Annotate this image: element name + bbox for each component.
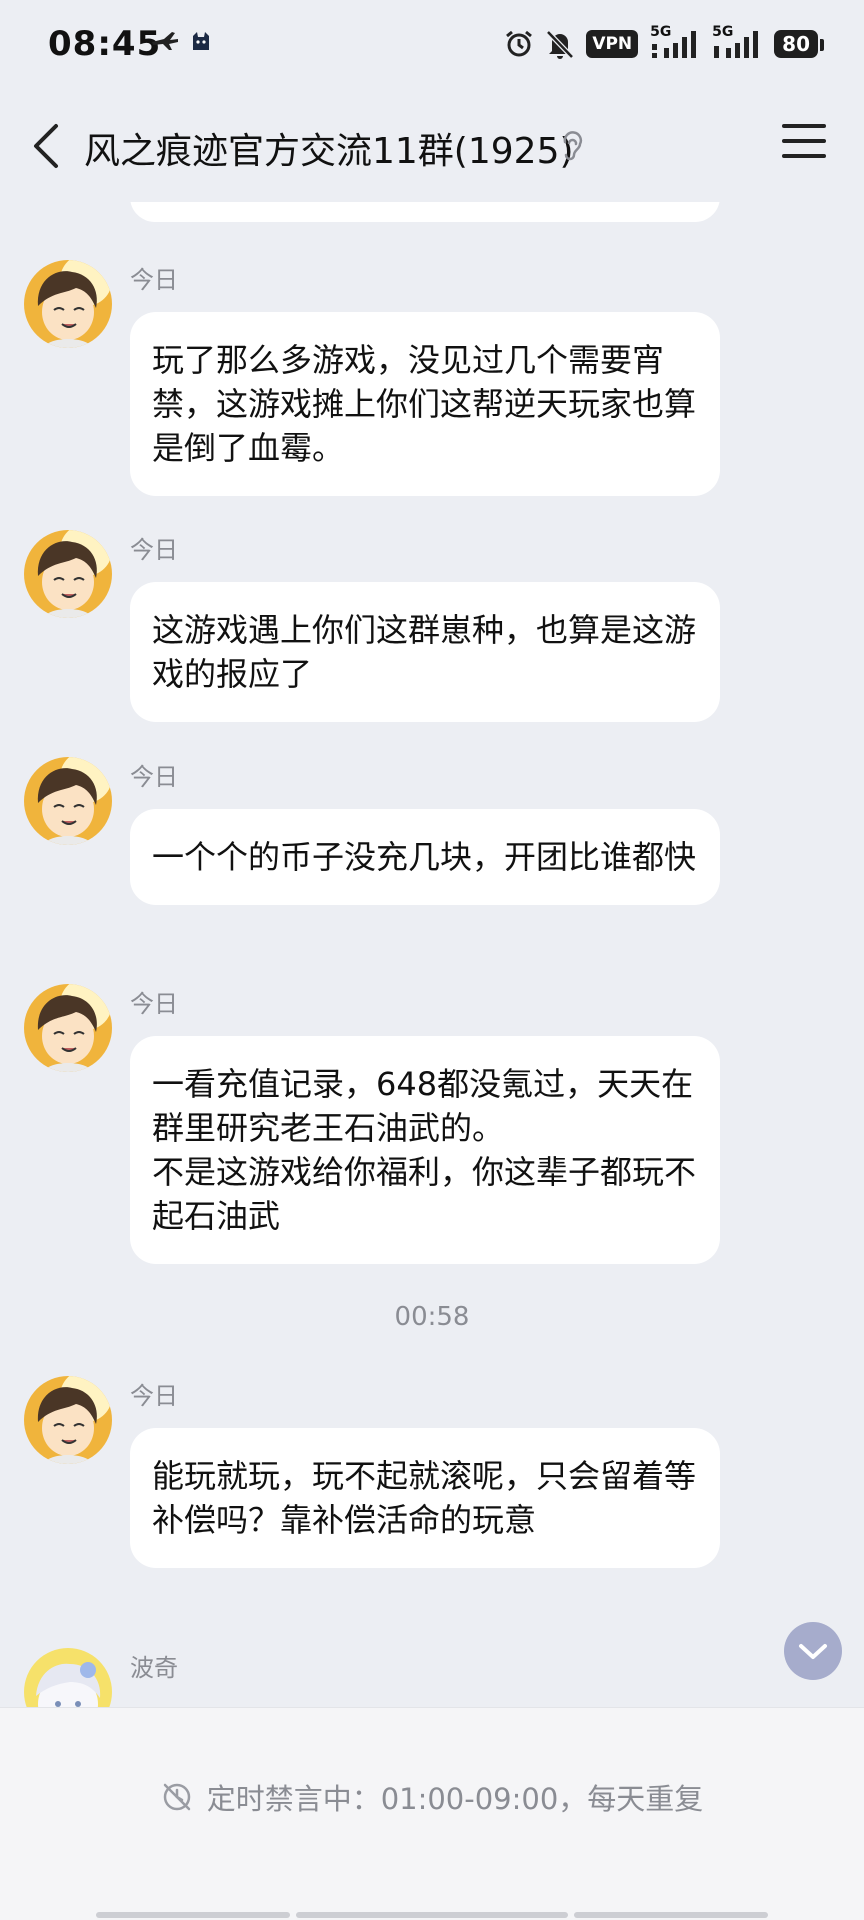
status-notification-icons [150,30,212,52]
user-avatar-icon [24,1648,112,1707]
message-list[interactable]: 今日 玩了那么多游戏，没见过几个需要宵禁，这游戏摊上你们这帮逆天玩家也算是倒了血… [0,202,864,1707]
mute-bell-icon [546,30,575,59]
chat-header: 风之痕迹官方交流11群(1925) [0,92,864,202]
back-button[interactable] [24,116,72,176]
hamburger-menu-button[interactable] [782,124,826,164]
chevron-down-icon [799,1644,827,1659]
user-avatar-icon [24,984,112,1072]
battery-indicator: 80 [774,30,824,58]
time-divider: 00:58 [394,1302,470,1332]
group-title: 风之痕迹官方交流11群(1925) [84,131,574,172]
avatar[interactable] [24,984,112,1072]
user-avatar-icon [24,530,112,618]
sender-name: 今日 [130,536,178,564]
hamburger-menu-icon [782,124,826,128]
avatar[interactable] [24,1648,112,1707]
chevron-left-icon [34,124,58,168]
message-bubble[interactable]: 玩了那么多游戏，没见过几个需要宵禁，这游戏摊上你们这帮逆天玩家也算是倒了血霉。 [130,312,720,496]
scroll-to-bottom-button[interactable] [784,1622,842,1680]
alarm-icon [506,30,533,57]
mute-clock-icon [163,1783,190,1811]
message-bubble[interactable]: 一看充值记录，648都没氪过，天天在群里研究老王石油武的。 不是这游戏给你福利，… [130,1036,720,1264]
plane-notification-icon [152,32,178,50]
signal-5g-1: 5G [650,24,700,60]
avatar[interactable] [24,757,112,845]
chat-screen: 08:45 VPN 5G 5G 80 风之痕迹官方交流11群(1925) 今日 … [0,0,864,1920]
signal-5g-2: 5G [712,24,762,60]
avatar[interactable] [24,1376,112,1464]
message-bubble[interactable]: 能玩就玩，玩不起就滚呢，只会留着等补偿吗？靠补偿活命的玩意 [130,1428,720,1568]
sender-name: 今日 [130,1382,178,1410]
nav-indicator [574,1912,768,1918]
input-area-muted: 定时禁言中：01:00-09:00，每天重复 [0,1707,864,1920]
ear-icon [563,131,583,161]
avatar[interactable] [24,530,112,618]
status-indicators: VPN 5G 5G 80 [504,24,824,60]
signal-bars-icon [652,31,697,58]
sender-name: 今日 [130,266,178,294]
status-bar: 08:45 VPN 5G 5G 80 [0,0,864,92]
sender-name: 波奇 [130,1654,178,1682]
user-avatar-icon [24,757,112,845]
user-avatar-icon [24,1376,112,1464]
previous-message-bubble[interactable] [130,202,720,222]
avatar[interactable] [24,260,112,348]
mute-notice: 定时禁言中：01:00-09:00，每天重复 [0,1776,864,1818]
signal-bars-icon [714,31,759,58]
message-bubble[interactable]: 一个个的币子没充几块，开团比谁都快 [130,809,720,905]
nav-indicator [96,1912,290,1918]
status-time: 08:45 [48,24,162,64]
nav-indicator [296,1912,568,1918]
vpn-badge: VPN [586,30,639,58]
sender-name: 今日 [130,763,178,791]
user-avatar-icon [24,260,112,348]
message-bubble[interactable]: 这游戏遇上你们这群崽种，也算是这游戏的报应了 [130,582,720,722]
mute-notice-text: 定时禁言中：01:00-09:00，每天重复 [206,1782,704,1816]
cat-notification-icon [193,32,209,50]
sender-name: 今日 [130,990,178,1018]
